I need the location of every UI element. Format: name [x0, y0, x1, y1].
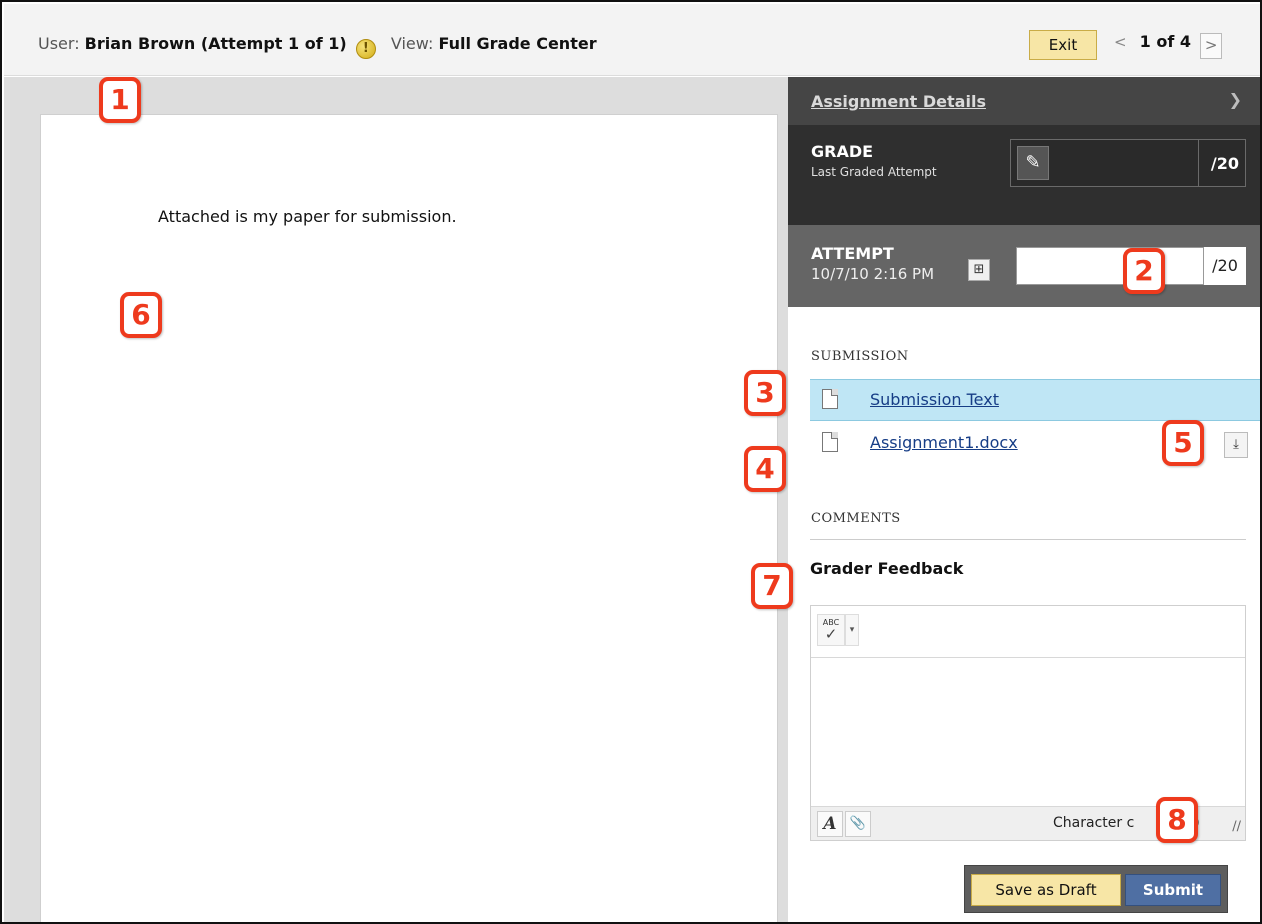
comments-divider	[810, 539, 1246, 540]
exit-button[interactable]: Exit	[1029, 30, 1097, 60]
view-label: View:	[390, 34, 434, 53]
warning-icon[interactable]: !	[355, 39, 376, 59]
callout-8: 8	[1156, 797, 1198, 843]
callout-5: 5	[1162, 420, 1204, 466]
comments-heading: COMMENTS	[811, 511, 901, 526]
submit-button[interactable]: Submit	[1125, 874, 1221, 906]
callout-1: 1	[99, 77, 141, 123]
attempt-label: ATTEMPT	[811, 244, 894, 263]
document-icon	[822, 389, 838, 409]
attempt-section: ATTEMPT 10/7/10 2:16 PM ⊞ /20	[788, 225, 1260, 307]
attempt-pager: < 1 of 4 >	[1114, 32, 1223, 59]
grade-section: GRADE Last Graded Attempt ✎ /20	[788, 125, 1260, 225]
view-name[interactable]: Full Grade Center	[438, 34, 596, 53]
char-count-text: Character c	[1053, 815, 1135, 831]
assignment-details-header[interactable]: Assignment Details ❯	[788, 77, 1260, 125]
save-as-draft-button[interactable]: Save as Draft	[971, 874, 1121, 906]
screenshot-frame: User: Brian Brown (Attempt 1 of 1) ! Vie…	[0, 0, 1262, 924]
checkmark-glyph: ✓	[824, 625, 838, 643]
assignment1-link[interactable]: Assignment1.docx	[870, 433, 1018, 452]
grade-max: /20	[1210, 154, 1239, 173]
attempt-date: 10/7/10 2:16 PM	[811, 265, 935, 283]
submission-text-link[interactable]: Submission Text	[870, 390, 999, 409]
next-arrow-icon[interactable]: >	[1200, 33, 1223, 59]
assignment-details-link[interactable]: Assignment Details	[811, 92, 986, 111]
callout-2: 2	[1123, 248, 1165, 294]
dropdown-icon[interactable]: ▾	[845, 614, 859, 646]
grade-sublabel: Last Graded Attempt	[811, 165, 937, 179]
font-format-icon[interactable]: A	[817, 811, 843, 837]
attempt-grade-input[interactable]	[1016, 247, 1204, 285]
grade-label: GRADE	[811, 142, 874, 161]
callout-3: 3	[744, 370, 786, 416]
submission-document: Attached is my paper for submission.	[40, 114, 778, 922]
feedback-text-area[interactable]	[811, 658, 1245, 806]
pencil-icon[interactable]: ✎	[1017, 146, 1049, 180]
attach-icon[interactable]: 📎	[845, 811, 871, 837]
action-bar: Save as Draft Submit	[964, 865, 1228, 913]
document-icon	[822, 432, 838, 452]
previous-arrow-icon[interactable]: <	[1114, 33, 1127, 51]
grade-field: ✎ /20	[1010, 139, 1246, 187]
note-icon[interactable]: ⊞	[968, 259, 990, 281]
callout-7: 7	[751, 563, 793, 609]
download-icon[interactable]: ⤓	[1224, 432, 1248, 458]
callout-6: 6	[120, 292, 162, 338]
spellcheck-icon[interactable]: ABC ✓	[817, 614, 845, 646]
pager-position: 1 of 4	[1139, 32, 1192, 51]
user-label: User:	[38, 34, 80, 53]
user-name: Brian Brown (Attempt 1 of 1)	[84, 34, 347, 53]
top-bar: User: Brian Brown (Attempt 1 of 1) ! Vie…	[4, 4, 1260, 76]
resize-handle-icon[interactable]: ∕∕	[1232, 819, 1241, 834]
submission-text: Attached is my paper for submission.	[158, 207, 457, 226]
callout-4: 4	[744, 446, 786, 492]
grade-field-divider	[1198, 140, 1199, 186]
user-info: User: Brian Brown (Attempt 1 of 1) ! Vie…	[38, 34, 597, 59]
editor-toolbar: ABC ✓ ▾	[811, 606, 1245, 658]
grader-feedback-label: Grader Feedback	[810, 559, 964, 578]
file-row-submission-text[interactable]: Submission Text	[810, 379, 1260, 421]
submission-heading: SUBMISSION	[811, 349, 909, 364]
attempt-max: /20	[1204, 247, 1246, 285]
chevron-down-icon[interactable]: ❯	[1229, 90, 1242, 109]
